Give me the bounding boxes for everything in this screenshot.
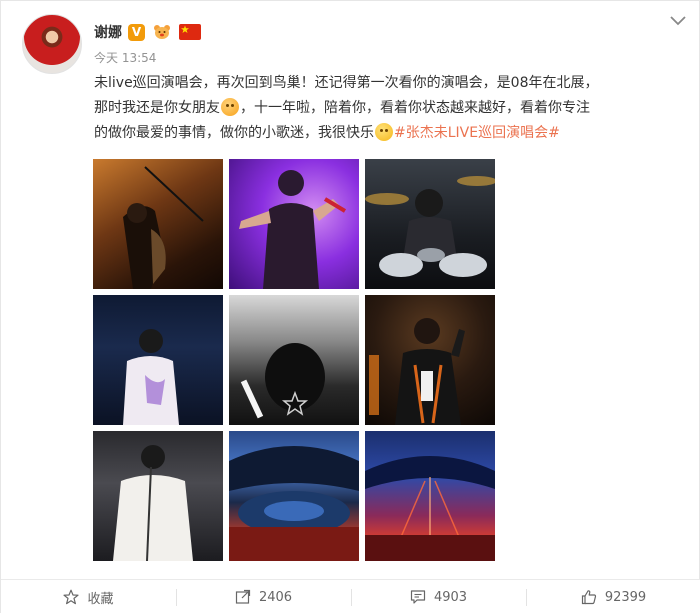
post-text: 未live巡回演唱会，再次回到鸟巢！还记得第一次看你的演唱会，是08年在北展， … bbox=[94, 71, 654, 146]
thumbs-up-icon bbox=[581, 589, 597, 605]
author-avatar[interactable] bbox=[22, 14, 82, 74]
photo-singer-white-shirt-stage[interactable] bbox=[93, 295, 223, 425]
like-count: 92399 bbox=[604, 589, 647, 605]
repost-icon bbox=[235, 589, 251, 605]
weibo-post-card: 谢娜 V 今天 13:54 未live巡回演唱会，再次回到鸟巢！还记得第一次看你… bbox=[0, 0, 700, 613]
repost-count: 2406 bbox=[258, 589, 293, 605]
post-text-line: 的做你最爱的事情，做你的小歌迷，我很快乐 #张杰未LIVE巡回演唱会# bbox=[94, 121, 654, 146]
favorite-label: 收藏 bbox=[87, 591, 114, 607]
chevron-down-icon[interactable] bbox=[669, 13, 687, 27]
comment-icon bbox=[410, 589, 426, 605]
post-text-segment: 那时我还是你女朋友 bbox=[94, 100, 220, 116]
photo-grid bbox=[93, 159, 495, 561]
author-row: 谢娜 V bbox=[94, 22, 201, 42]
post-text-line: 那时我还是你女朋友 ，十一年啦，陪着你，看着你状态越来越好，看着你专注 bbox=[94, 96, 654, 121]
author-name[interactable]: 谢娜 bbox=[94, 22, 122, 42]
post-text-segment: ，十一年啦，陪着你，看着你状态越来越好，看着你专注 bbox=[240, 100, 590, 116]
post-text-line: 未live巡回演唱会，再次回到鸟巢！还记得第一次看你的演唱会，是08年在北展， bbox=[94, 75, 599, 91]
photo-stadium-overhead[interactable] bbox=[229, 431, 359, 561]
photo-singer-black-jacket[interactable] bbox=[365, 295, 495, 425]
photo-singer-white-suit[interactable] bbox=[93, 431, 223, 561]
photo-fan-back-bw[interactable] bbox=[229, 295, 359, 425]
like-button[interactable]: 92399 bbox=[526, 580, 700, 613]
post-text-segment: 的做你最爱的事情，做你的小歌迷，我很快乐 bbox=[94, 125, 374, 141]
comment-button[interactable]: 4903 bbox=[351, 580, 526, 613]
photo-stadium-red-lights[interactable] bbox=[365, 431, 495, 561]
action-bar: 收藏 2406 4903 92399 bbox=[1, 579, 700, 613]
post-time[interactable]: 今天 13:54 bbox=[94, 49, 156, 66]
repost-button[interactable]: 2406 bbox=[176, 580, 351, 613]
star-icon bbox=[63, 589, 80, 605]
photo-singer-purple-light[interactable] bbox=[229, 159, 359, 289]
photo-singer-leaning-mic[interactable] bbox=[93, 159, 223, 289]
verified-v-badge[interactable]: V bbox=[128, 23, 145, 41]
shy-face-emoji-icon bbox=[221, 98, 239, 116]
topic-link[interactable]: #张杰未LIVE巡回演唱会# bbox=[394, 125, 560, 141]
bear-badge-icon[interactable] bbox=[151, 24, 173, 41]
comment-count: 4903 bbox=[433, 589, 468, 605]
photo-drummer[interactable] bbox=[365, 159, 495, 289]
china-flag-icon[interactable] bbox=[179, 24, 201, 40]
smile-face-emoji-icon bbox=[375, 123, 393, 141]
favorite-button[interactable]: 收藏 bbox=[1, 580, 176, 613]
